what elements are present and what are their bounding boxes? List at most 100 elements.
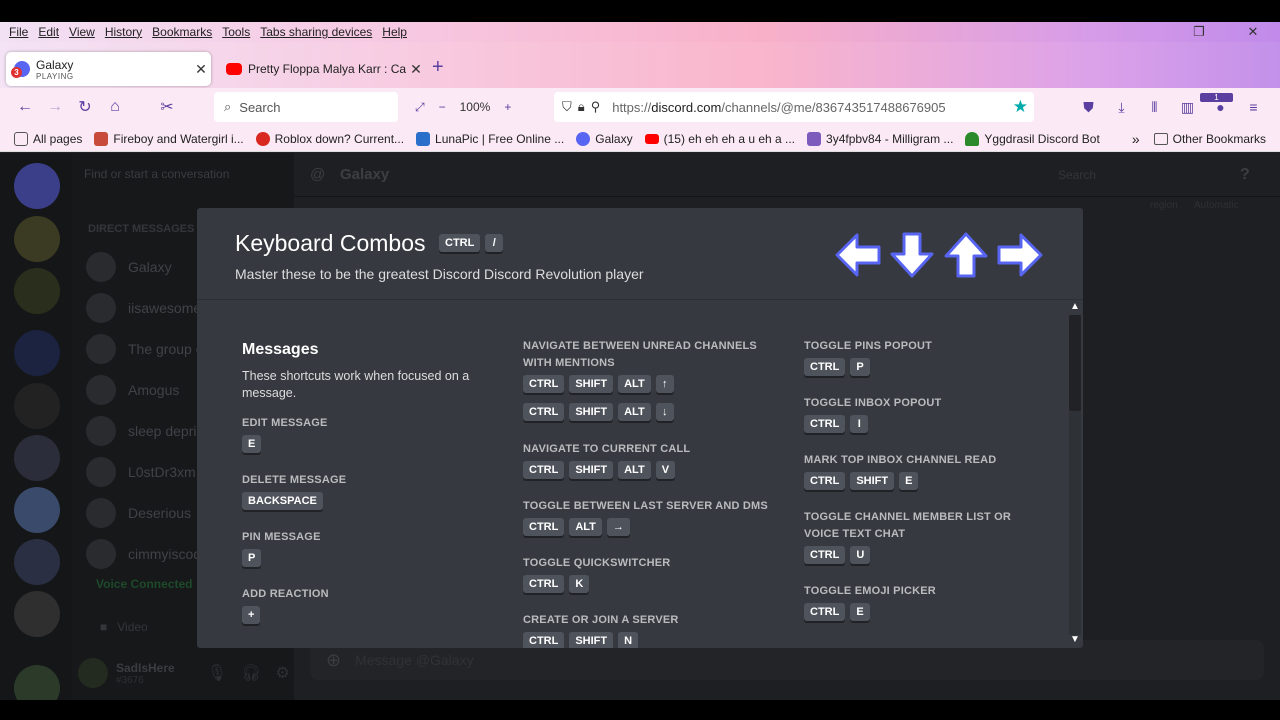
home-server-icon[interactable]	[14, 163, 60, 209]
menu-help[interactable]: Help	[382, 25, 407, 39]
settings-gear-icon[interactable]: ⚙	[275, 663, 289, 683]
server-icon[interactable]	[14, 435, 60, 481]
zoom-in-icon[interactable]: +	[504, 100, 511, 114]
menu-bookmarks[interactable]: Bookmarks	[152, 25, 212, 39]
bookmark-item[interactable]: LunaPic | Free Online ...	[416, 131, 564, 146]
new-tab-icon[interactable]: +	[432, 56, 444, 79]
shortcut-edit-message: EDIT MESSAGE E	[242, 415, 492, 453]
lock-icon[interactable]: 🔒︎	[578, 99, 585, 115]
headphones-icon[interactable]: 🎧︎	[241, 663, 261, 683]
back-icon[interactable]: ←	[10, 98, 40, 116]
dm-item[interactable]: L0stDr3xm	[86, 454, 196, 490]
user-info: SadIsHere #3676	[116, 661, 175, 686]
shortcut-pin-message: PIN MESSAGE P	[242, 529, 492, 567]
server-icon[interactable]	[14, 216, 60, 262]
shield-icon[interactable]: ⛉	[562, 99, 572, 115]
key: SHIFT	[850, 472, 895, 490]
dm-name: cimmyiscod	[128, 546, 202, 562]
customize-icon[interactable]: ✂	[152, 97, 182, 117]
shortcut-label: TOGGLE PINS POPOUT	[804, 340, 933, 352]
server-icon[interactable]	[14, 591, 60, 637]
tab-galaxy[interactable]: 3 Galaxy PLAYING ✕	[6, 52, 211, 86]
pocket-icon[interactable]: ⛊	[1072, 99, 1105, 116]
downloads-icon[interactable]: ⤓	[1105, 99, 1138, 116]
scroll-down-icon[interactable]: ▼	[1067, 634, 1083, 648]
folder-icon	[1153, 133, 1168, 145]
video-button[interactable]: ■ Video	[100, 620, 148, 634]
library-icon[interactable]: ⫴	[1138, 99, 1171, 116]
shortcut-create-join-server: CREATE OR JOIN A SERVER CTRL SHIFT N	[523, 612, 773, 648]
bookmark-item[interactable]: All pages	[14, 131, 82, 146]
tab-galaxy-title: Galaxy	[36, 58, 74, 72]
close-tab-icon[interactable]: ✕	[406, 61, 426, 78]
server-rail	[0, 153, 72, 700]
dm-item[interactable]: iisawesome	[86, 290, 201, 326]
zoom-level[interactable]: 100%	[460, 100, 491, 114]
key: SHIFT	[569, 632, 614, 648]
dm-item[interactable]: Deserious	[86, 495, 191, 531]
scrollbar-thumb[interactable]	[1069, 315, 1081, 411]
key: CTRL	[523, 403, 565, 421]
zoom-out-icon[interactable]: −	[439, 100, 446, 114]
dm-item[interactable]: Galaxy	[86, 249, 172, 285]
user-tag: #3676	[116, 674, 144, 686]
sidebar-icon[interactable]: ▥	[1171, 99, 1204, 116]
add-attachment-icon[interactable]: ⊕	[326, 650, 341, 671]
avatar[interactable]	[78, 658, 108, 688]
shortcut-navigate-unread-mentions: NAVIGATE BETWEEN UNREAD CHANNELS WITH ME…	[523, 338, 763, 421]
key-row: CTRL SHIFT ALT ↑	[523, 375, 763, 393]
url-bar[interactable]: ⛉ 🔒︎ ⚲ https://discord.com/channels/@me/…	[554, 92, 1034, 122]
menu-icon[interactable]: ≡	[1237, 99, 1270, 115]
modal-scrollbar[interactable]: ▲ ▼	[1067, 301, 1083, 648]
dm-item[interactable]: cimmyiscod	[86, 536, 201, 572]
key-row: CTRL U	[804, 546, 1039, 564]
restore-icon[interactable]: ❐	[1177, 24, 1221, 40]
bookmark-item[interactable]: Galaxy	[576, 131, 633, 146]
reload-icon[interactable]: ↻	[70, 97, 100, 117]
voice-connected[interactable]: Voice Connected	[96, 577, 192, 591]
bookmark-item[interactable]: 3y4fpbv84 - Milligram ...	[807, 131, 953, 146]
folder-server-icon[interactable]	[14, 330, 60, 376]
forward-icon[interactable]: →	[40, 98, 70, 116]
bookmark-item[interactable]: (15) eh eh eh a u eh a ...	[644, 132, 795, 146]
bookmark-star-icon[interactable]: ★	[1013, 97, 1028, 117]
home-icon[interactable]: ⌂	[100, 98, 130, 116]
menu-view[interactable]: View	[69, 25, 95, 39]
key: ALT	[618, 461, 651, 479]
dm-item[interactable]: The group c...	[86, 331, 214, 367]
bookmark-item[interactable]: Yggdrasil Discord Bot	[965, 131, 1100, 146]
help-icon[interactable]: ?	[1240, 166, 1250, 184]
mic-icon[interactable]: 🎙︎	[207, 663, 227, 683]
key-row: +	[242, 606, 492, 624]
server-icon[interactable]	[14, 383, 60, 429]
server-icon[interactable]	[14, 487, 60, 533]
youtube-icon	[226, 63, 242, 75]
dm-item[interactable]: sleep depri...	[86, 413, 208, 449]
bookmark-item[interactable]: Roblox down? Current...	[255, 131, 404, 146]
other-bookmarks[interactable]: Other Bookmarks	[1173, 132, 1266, 146]
chevron-double-right-icon[interactable]: »	[1132, 131, 1140, 147]
server-icon[interactable]	[14, 268, 60, 314]
extensions-icon[interactable]: ● 1	[1200, 93, 1237, 115]
menu-tools[interactable]: Tools	[222, 25, 250, 39]
region-value[interactable]: Automatic	[1194, 200, 1238, 211]
close-tab-icon[interactable]: ✕	[191, 61, 211, 78]
zoom-controls: ⤢ − 100% +	[408, 92, 518, 122]
server-icon[interactable]	[14, 665, 60, 700]
menu-history[interactable]: History	[105, 25, 142, 39]
tab-youtube[interactable]: Pretty Floppa Malya Karr : Carac ✕	[218, 52, 426, 86]
close-window-icon[interactable]: ✕	[1231, 24, 1275, 40]
menu-tabs-sharing[interactable]: Tabs sharing devices	[260, 25, 372, 39]
menu-file[interactable]: File	[9, 25, 28, 39]
avatar	[86, 416, 116, 446]
search-box[interactable]: ⌕ Search	[214, 92, 398, 122]
fullscreen-icon[interactable]: ⤢	[415, 100, 425, 115]
menu-edit[interactable]: Edit	[38, 25, 59, 39]
scroll-up-icon[interactable]: ▲	[1067, 301, 1083, 315]
server-icon[interactable]	[14, 539, 60, 585]
permissions-icon[interactable]: ⚲	[591, 99, 601, 115]
header-search[interactable]: Search	[1058, 168, 1096, 182]
bookmark-item[interactable]: Fireboy and Watergirl i...	[94, 131, 244, 146]
conversation-search[interactable]: Find or start a conversation	[84, 167, 229, 181]
dm-item[interactable]: Amogus	[86, 372, 179, 408]
